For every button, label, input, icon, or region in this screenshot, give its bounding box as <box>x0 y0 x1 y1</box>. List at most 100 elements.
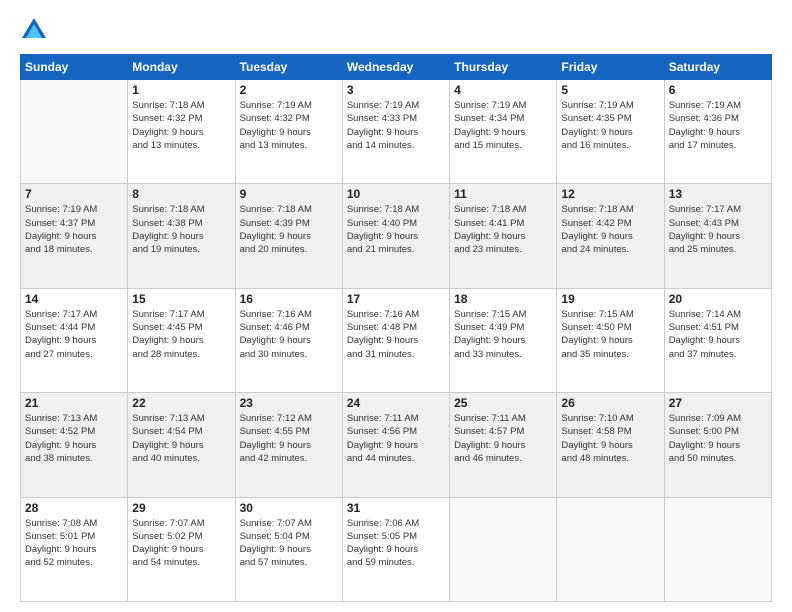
day-cell: 2 Sunrise: 7:19 AM Sunset: 4:32 PM Daylig… <box>235 80 342 184</box>
day-info: Sunrise: 7:08 AM Sunset: 5:01 PM Dayligh… <box>25 517 123 570</box>
day-info: Sunrise: 7:18 AM Sunset: 4:41 PM Dayligh… <box>454 203 552 256</box>
day-number: 24 <box>347 396 445 410</box>
col-header-monday: Monday <box>128 55 235 80</box>
day-info: Sunrise: 7:19 AM Sunset: 4:37 PM Dayligh… <box>25 203 123 256</box>
day-number: 20 <box>669 292 767 306</box>
day-cell: 31 Sunrise: 7:06 AM Sunset: 5:05 PM Dayli… <box>342 497 449 601</box>
day-cell: 25 Sunrise: 7:11 AM Sunset: 4:57 PM Dayli… <box>450 393 557 497</box>
day-cell: 19 Sunrise: 7:15 AM Sunset: 4:50 PM Dayli… <box>557 288 664 392</box>
day-cell: 26Sunrise: 7:10 AM Sunset: 4:58 PM Dayli… <box>557 393 664 497</box>
day-info: Sunrise: 7:15 AM Sunset: 4:50 PM Dayligh… <box>561 308 659 361</box>
day-cell <box>21 80 128 184</box>
day-cell: 27 Sunrise: 7:09 AM Sunset: 5:00 PM Dayli… <box>664 393 771 497</box>
day-info: Sunrise: 7:19 AM Sunset: 4:34 PM Dayligh… <box>454 99 552 152</box>
header <box>20 16 772 44</box>
day-number: 13 <box>669 187 767 201</box>
day-number: 18 <box>454 292 552 306</box>
day-info: Sunrise: 7:18 AM Sunset: 4:32 PM Dayligh… <box>132 99 230 152</box>
day-info: Sunrise: 7:17 AM Sunset: 4:44 PM Dayligh… <box>25 308 123 361</box>
day-cell: 4 Sunrise: 7:19 AM Sunset: 4:34 PM Daylig… <box>450 80 557 184</box>
day-number: 26 <box>561 396 659 410</box>
day-number: 3 <box>347 83 445 97</box>
day-number: 30 <box>240 501 338 515</box>
day-cell: 11 Sunrise: 7:18 AM Sunset: 4:41 PM Dayli… <box>450 184 557 288</box>
day-cell: 29 Sunrise: 7:07 AM Sunset: 5:02 PM Dayli… <box>128 497 235 601</box>
day-number: 9 <box>240 187 338 201</box>
day-info: Sunrise: 7:17 AM Sunset: 4:45 PM Dayligh… <box>132 308 230 361</box>
day-cell: 6Sunrise: 7:19 AM Sunset: 4:36 PM Daylig… <box>664 80 771 184</box>
day-cell <box>664 497 771 601</box>
day-info: Sunrise: 7:18 AM Sunset: 4:39 PM Dayligh… <box>240 203 338 256</box>
day-info: Sunrise: 7:11 AM Sunset: 4:57 PM Dayligh… <box>454 412 552 465</box>
day-cell: 10Sunrise: 7:18 AM Sunset: 4:40 PM Dayli… <box>342 184 449 288</box>
day-number: 1 <box>132 83 230 97</box>
day-cell: 24 Sunrise: 7:11 AM Sunset: 4:56 PM Dayli… <box>342 393 449 497</box>
day-info: Sunrise: 7:19 AM Sunset: 4:35 PM Dayligh… <box>561 99 659 152</box>
day-info: Sunrise: 7:18 AM Sunset: 4:40 PM Dayligh… <box>347 203 445 256</box>
day-number: 29 <box>132 501 230 515</box>
day-info: Sunrise: 7:14 AM Sunset: 4:51 PM Dayligh… <box>669 308 767 361</box>
week-row-5: 28 Sunrise: 7:08 AM Sunset: 5:01 PM Dayli… <box>21 497 772 601</box>
day-number: 27 <box>669 396 767 410</box>
day-number: 22 <box>132 396 230 410</box>
day-info: Sunrise: 7:15 AM Sunset: 4:49 PM Dayligh… <box>454 308 552 361</box>
day-number: 19 <box>561 292 659 306</box>
logo <box>20 16 52 44</box>
day-cell: 28 Sunrise: 7:08 AM Sunset: 5:01 PM Dayli… <box>21 497 128 601</box>
day-cell: 9 Sunrise: 7:18 AM Sunset: 4:39 PM Daylig… <box>235 184 342 288</box>
day-cell: 3 Sunrise: 7:19 AM Sunset: 4:33 PM Daylig… <box>342 80 449 184</box>
day-info: Sunrise: 7:16 AM Sunset: 4:46 PM Dayligh… <box>240 308 338 361</box>
day-number: 8 <box>132 187 230 201</box>
day-number: 17 <box>347 292 445 306</box>
day-number: 11 <box>454 187 552 201</box>
col-header-wednesday: Wednesday <box>342 55 449 80</box>
col-header-tuesday: Tuesday <box>235 55 342 80</box>
day-number: 23 <box>240 396 338 410</box>
week-row-1: 1 Sunrise: 7:18 AM Sunset: 4:32 PM Daylig… <box>21 80 772 184</box>
header-row: SundayMondayTuesdayWednesdayThursdayFrid… <box>21 55 772 80</box>
day-cell: 7 Sunrise: 7:19 AM Sunset: 4:37 PM Daylig… <box>21 184 128 288</box>
day-cell: 8Sunrise: 7:18 AM Sunset: 4:38 PM Daylig… <box>128 184 235 288</box>
day-number: 5 <box>561 83 659 97</box>
day-info: Sunrise: 7:13 AM Sunset: 4:52 PM Dayligh… <box>25 412 123 465</box>
day-info: Sunrise: 7:13 AM Sunset: 4:54 PM Dayligh… <box>132 412 230 465</box>
day-info: Sunrise: 7:19 AM Sunset: 4:32 PM Dayligh… <box>240 99 338 152</box>
day-cell: 12 Sunrise: 7:18 AM Sunset: 4:42 PM Dayli… <box>557 184 664 288</box>
day-cell: 1 Sunrise: 7:18 AM Sunset: 4:32 PM Daylig… <box>128 80 235 184</box>
day-cell: 14Sunrise: 7:17 AM Sunset: 4:44 PM Dayli… <box>21 288 128 392</box>
page: SundayMondayTuesdayWednesdayThursdayFrid… <box>0 0 792 612</box>
day-number: 28 <box>25 501 123 515</box>
day-cell <box>450 497 557 601</box>
day-cell: 18 Sunrise: 7:15 AM Sunset: 4:49 PM Dayli… <box>450 288 557 392</box>
logo-icon <box>20 16 48 44</box>
day-cell: 17 Sunrise: 7:16 AM Sunset: 4:48 PM Dayli… <box>342 288 449 392</box>
day-info: Sunrise: 7:11 AM Sunset: 4:56 PM Dayligh… <box>347 412 445 465</box>
day-number: 31 <box>347 501 445 515</box>
day-info: Sunrise: 7:16 AM Sunset: 4:48 PM Dayligh… <box>347 308 445 361</box>
day-info: Sunrise: 7:07 AM Sunset: 5:04 PM Dayligh… <box>240 517 338 570</box>
day-number: 21 <box>25 396 123 410</box>
day-number: 7 <box>25 187 123 201</box>
day-info: Sunrise: 7:09 AM Sunset: 5:00 PM Dayligh… <box>669 412 767 465</box>
col-header-saturday: Saturday <box>664 55 771 80</box>
col-header-friday: Friday <box>557 55 664 80</box>
day-cell: 13 Sunrise: 7:17 AM Sunset: 4:43 PM Dayli… <box>664 184 771 288</box>
day-info: Sunrise: 7:06 AM Sunset: 5:05 PM Dayligh… <box>347 517 445 570</box>
day-info: Sunrise: 7:18 AM Sunset: 4:42 PM Dayligh… <box>561 203 659 256</box>
day-info: Sunrise: 7:12 AM Sunset: 4:55 PM Dayligh… <box>240 412 338 465</box>
day-info: Sunrise: 7:19 AM Sunset: 4:33 PM Dayligh… <box>347 99 445 152</box>
week-row-2: 7 Sunrise: 7:19 AM Sunset: 4:37 PM Daylig… <box>21 184 772 288</box>
day-cell: 20 Sunrise: 7:14 AM Sunset: 4:51 PM Dayli… <box>664 288 771 392</box>
day-number: 2 <box>240 83 338 97</box>
day-cell: 15Sunrise: 7:17 AM Sunset: 4:45 PM Dayli… <box>128 288 235 392</box>
day-cell: 30 Sunrise: 7:07 AM Sunset: 5:04 PM Dayli… <box>235 497 342 601</box>
day-number: 4 <box>454 83 552 97</box>
day-number: 25 <box>454 396 552 410</box>
week-row-4: 21 Sunrise: 7:13 AM Sunset: 4:52 PM Dayli… <box>21 393 772 497</box>
day-info: Sunrise: 7:17 AM Sunset: 4:43 PM Dayligh… <box>669 203 767 256</box>
day-number: 6 <box>669 83 767 97</box>
day-number: 12 <box>561 187 659 201</box>
day-cell: 21 Sunrise: 7:13 AM Sunset: 4:52 PM Dayli… <box>21 393 128 497</box>
day-cell: 5 Sunrise: 7:19 AM Sunset: 4:35 PM Daylig… <box>557 80 664 184</box>
day-info: Sunrise: 7:07 AM Sunset: 5:02 PM Dayligh… <box>132 517 230 570</box>
